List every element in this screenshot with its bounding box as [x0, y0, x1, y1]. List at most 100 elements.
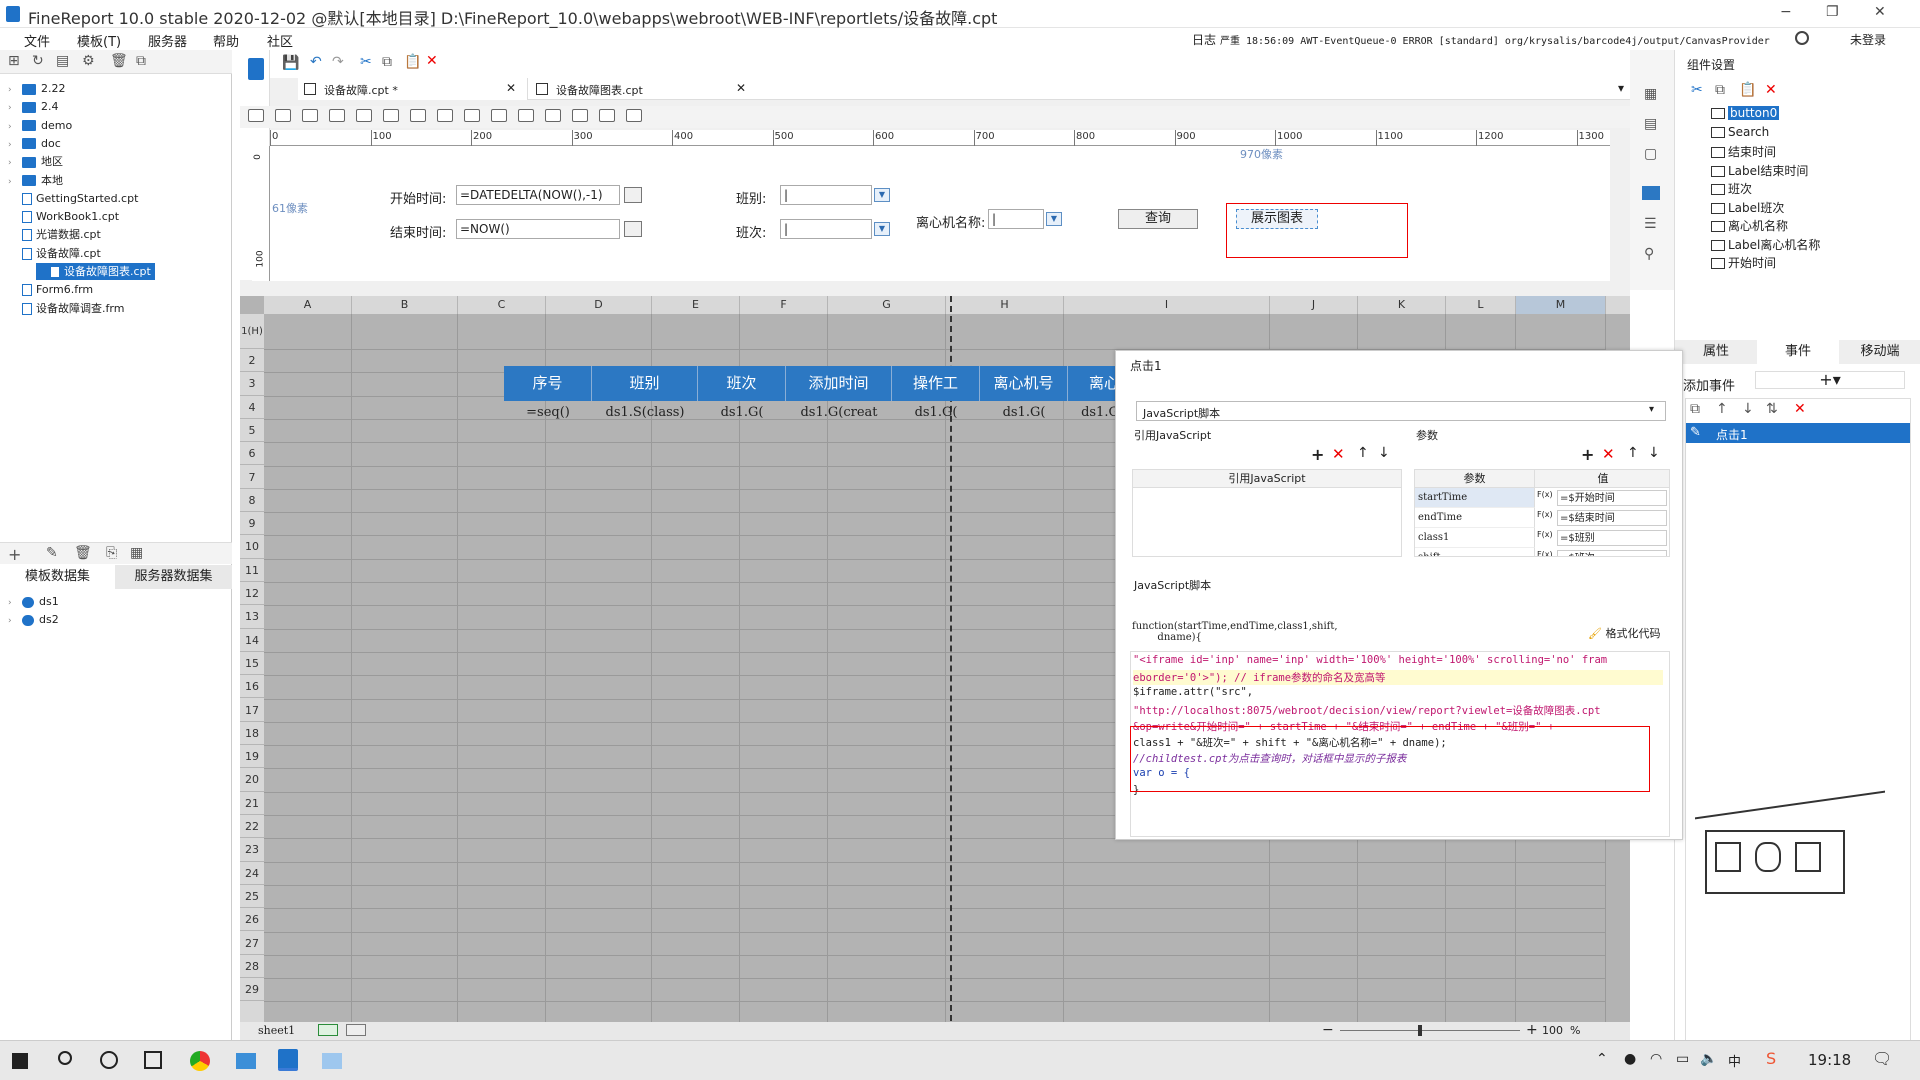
app-icon[interactable]	[322, 1053, 342, 1069]
query-button[interactable]: 查询	[1118, 209, 1198, 229]
add-icon[interactable]: +	[8, 545, 21, 564]
up-icon[interactable]: ↑	[1627, 445, 1639, 461]
file-tree-item[interactable]: 设备故障调查.frm	[8, 300, 124, 317]
tab-event[interactable]: 事件	[1757, 340, 1839, 364]
formula-cell[interactable]: ds1.G(creat	[786, 402, 892, 424]
column-header[interactable]: M	[1516, 296, 1606, 314]
widget-type-icon[interactable]	[410, 109, 426, 122]
file-tree-item[interactable]: 设备故障图表.cpt	[36, 263, 155, 280]
notification-icon[interactable]: 🗨	[1872, 1049, 1892, 1068]
clock[interactable]: 19:18	[1808, 1051, 1851, 1069]
battery-icon[interactable]: ▭	[1676, 1051, 1689, 1067]
param-value[interactable]: =$班次	[1557, 550, 1667, 556]
minimize-button[interactable]: −	[1780, 4, 1792, 20]
widget-type-icon[interactable]	[383, 109, 399, 122]
calendar-icon[interactable]	[624, 221, 642, 237]
class-select[interactable]: |	[780, 185, 872, 205]
row-header[interactable]: 27	[240, 931, 264, 955]
start-time-input[interactable]: =DATEDELTA(NOW(),-1)	[456, 185, 620, 205]
menu-file[interactable]: 文件	[24, 31, 50, 50]
expand-icon[interactable]: ›	[8, 119, 22, 136]
dropdown-icon[interactable]: ▼	[874, 188, 890, 202]
wifi-icon[interactable]: ◠	[1650, 1051, 1662, 1067]
component-tree-item[interactable]: Label结束时间	[1711, 162, 1808, 179]
menu-server[interactable]: 服务器	[148, 31, 187, 50]
machine-select[interactable]: |	[988, 209, 1044, 229]
menu-template[interactable]: 模板(T)	[77, 31, 121, 50]
component-tree-item[interactable]: 结束时间	[1711, 143, 1776, 160]
tab-mobile[interactable]: 移动端	[1839, 340, 1920, 364]
delete-icon[interactable]: 🗑	[74, 545, 92, 561]
file-tree-item[interactable]: › demo	[8, 117, 72, 134]
redo-icon[interactable]: ↷	[332, 54, 344, 70]
widget-type-icon[interactable]	[248, 109, 264, 122]
widget-type-icon[interactable]	[599, 109, 615, 122]
param-name[interactable]: endTime	[1415, 508, 1535, 528]
widget-type-icon[interactable]	[626, 109, 642, 122]
component-tree-item[interactable]: 班次	[1711, 180, 1752, 197]
column-header[interactable]: K	[1358, 296, 1446, 314]
chevron-up-icon[interactable]: ⌃	[1596, 1051, 1608, 1067]
expand-icon[interactable]: ›	[8, 100, 22, 117]
add-icon[interactable]: +	[1311, 445, 1324, 464]
app-icon[interactable]	[236, 1053, 256, 1069]
widget-type-icon[interactable]	[464, 109, 480, 122]
cut-icon[interactable]: ✂	[360, 54, 372, 70]
down-icon[interactable]: ↓	[1742, 401, 1754, 417]
up-icon[interactable]: ↑	[1357, 445, 1369, 461]
header-cell[interactable]: 操作工	[892, 366, 980, 401]
close-button[interactable]: ✕	[1874, 4, 1886, 20]
row-header[interactable]: 19	[240, 745, 264, 769]
zoom-plus-icon[interactable]: +	[1526, 1022, 1538, 1038]
formula-cell[interactable]: ds1.G(	[698, 402, 786, 424]
zoom-slider-handle[interactable]	[1418, 1025, 1422, 1036]
finereport-icon[interactable]	[278, 1049, 298, 1071]
expand-icon[interactable]: ›	[8, 174, 22, 191]
row-header[interactable]: 11	[240, 558, 264, 582]
cell-attr-icon[interactable]: ▦	[1644, 86, 1657, 102]
param-name[interactable]: shift	[1415, 548, 1535, 556]
component-tree-item[interactable]: 离心机名称	[1711, 217, 1788, 234]
formula-icon[interactable]: F(x)	[1537, 550, 1553, 556]
row-header[interactable]: 3	[240, 372, 264, 396]
hyperlink-icon[interactable]: ☰	[1644, 216, 1657, 232]
widget-type-icon[interactable]	[356, 109, 372, 122]
row-header[interactable]: 25	[240, 884, 264, 909]
row-header[interactable]: 12	[240, 582, 264, 606]
dropdown-icon[interactable]: ▼	[1046, 212, 1062, 226]
new-folder-icon[interactable]: ⊞	[8, 53, 20, 69]
expand-icon[interactable]: ›	[8, 155, 22, 172]
row-header[interactable]: 2	[240, 349, 264, 373]
search-icon[interactable]	[58, 1051, 72, 1065]
row-header[interactable]: 4	[240, 395, 264, 419]
widget-type-icon[interactable]	[545, 109, 561, 122]
copy-icon[interactable]: ⧉	[1715, 82, 1725, 98]
search-icon[interactable]	[1795, 31, 1809, 45]
edit-icon[interactable]: ✎	[46, 545, 58, 561]
row-header[interactable]: 26	[240, 908, 264, 932]
widget-type-icon[interactable]	[518, 109, 534, 122]
copy-icon[interactable]: ⧉	[1690, 401, 1700, 417]
preview-icon[interactable]: ⎘	[106, 545, 117, 561]
menu-help[interactable]: 帮助	[213, 31, 239, 50]
event-item[interactable]: ✎ 点击1	[1686, 423, 1910, 443]
header-cell[interactable]: 序号	[504, 366, 592, 401]
tab-device-fault[interactable]: 设备故障.cpt * ✕	[298, 78, 528, 100]
cut-icon[interactable]: ✂	[1691, 82, 1703, 98]
row-header[interactable]: 23	[240, 838, 264, 862]
param-value[interactable]: =$开始时间	[1557, 490, 1667, 506]
save-icon[interactable]: 💾	[282, 55, 299, 71]
header-cell[interactable]: 离心机号	[980, 366, 1068, 401]
formula-cell[interactable]: ds1.G(	[980, 402, 1068, 424]
row-header[interactable]: 20	[240, 768, 264, 792]
task-view-icon[interactable]	[144, 1051, 162, 1069]
row-header[interactable]: 24	[240, 861, 264, 885]
header-cell[interactable]: 添加时间	[786, 366, 892, 401]
end-time-input[interactable]: =NOW()	[456, 219, 620, 239]
file-tree-item[interactable]: 设备故障.cpt	[8, 245, 101, 262]
column-header[interactable]: L	[1446, 296, 1516, 314]
tab-device-fault-chart[interactable]: 设备故障图表.cpt ✕	[530, 78, 760, 100]
tab-menu-icon[interactable]: ▾	[1618, 81, 1624, 95]
param-value[interactable]: =$班别	[1557, 530, 1667, 546]
formula-icon[interactable]: F(x)	[1537, 510, 1553, 519]
